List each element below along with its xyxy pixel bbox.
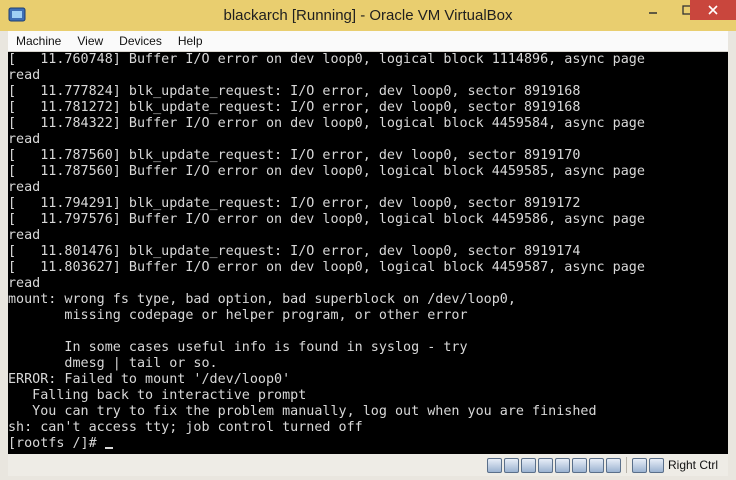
console-line: read xyxy=(8,132,41,147)
console-line: ERROR: Failed to mount '/dev/loop0' xyxy=(8,372,291,387)
shell-prompt: [rootfs /]# xyxy=(8,436,105,451)
console-line: read xyxy=(8,228,41,243)
hard-disk-icon[interactable] xyxy=(486,457,502,473)
console-line: [ 11.760748] Buffer I/O error on dev loo… xyxy=(8,52,645,67)
console-line: [ 11.794291] blk_update_request: I/O err… xyxy=(8,196,581,211)
console-line: [ 11.787560] blk_update_request: I/O err… xyxy=(8,148,581,163)
shared-folders-icon[interactable] xyxy=(554,457,570,473)
menu-help[interactable]: Help xyxy=(170,31,211,51)
menu-view[interactable]: View xyxy=(69,31,111,51)
console-line: [ 11.803627] Buffer I/O error on dev loo… xyxy=(8,260,645,275)
minimize-icon xyxy=(649,12,657,14)
mouse-integration-icon[interactable] xyxy=(631,457,647,473)
optical-drive-icon[interactable] xyxy=(503,457,519,473)
usb-icon[interactable] xyxy=(520,457,536,473)
menu-machine[interactable]: Machine xyxy=(8,31,69,51)
minimize-button[interactable] xyxy=(636,0,670,20)
console-line: sh: can't access tty; job control turned… xyxy=(8,420,363,435)
status-separator xyxy=(625,457,627,473)
console-line: [ 11.784322] Buffer I/O error on dev loo… xyxy=(8,116,645,131)
console-line: [ 11.787560] Buffer I/O error on dev loo… xyxy=(8,164,645,179)
console-prompt-line[interactable]: [rootfs /]# xyxy=(8,436,728,452)
console-line: In some cases useful info is found in sy… xyxy=(8,340,468,355)
vm-console-screen[interactable]: [ 11.760748] Buffer I/O error on dev loo… xyxy=(8,52,728,454)
menu-devices[interactable]: Devices xyxy=(111,31,170,51)
console-line: read xyxy=(8,276,41,291)
console-line: missing codepage or helper program, or o… xyxy=(8,308,468,323)
text-cursor xyxy=(104,447,113,449)
network-icon[interactable] xyxy=(537,457,553,473)
console-line: read xyxy=(8,180,41,195)
console-line: [ 11.797576] Buffer I/O error on dev loo… xyxy=(8,212,645,227)
console-line: [ 11.781272] blk_update_request: I/O err… xyxy=(8,100,581,115)
display-icon[interactable] xyxy=(571,457,587,473)
video-capture-icon[interactable] xyxy=(588,457,604,473)
console-line: [ 11.777824] blk_update_request: I/O err… xyxy=(8,84,581,99)
virtualbox-window: blackarch [Running] - Oracle VM VirtualB… xyxy=(0,0,736,480)
close-icon xyxy=(708,5,718,15)
title-bar[interactable]: blackarch [Running] - Oracle VM VirtualB… xyxy=(0,0,736,31)
keyboard-icon[interactable] xyxy=(648,457,664,473)
console-output: [ 11.760748] Buffer I/O error on dev loo… xyxy=(8,52,728,452)
window-title: blackarch [Running] - Oracle VM VirtualB… xyxy=(223,7,513,24)
console-line: You can try to fix the problem manually,… xyxy=(8,404,597,419)
console-line: read xyxy=(8,68,41,83)
console-line: dmesg | tail or so. xyxy=(8,356,218,371)
host-key-label: Right Ctrl xyxy=(667,458,718,472)
status-bar: Right Ctrl xyxy=(8,454,728,476)
console-line: mount: wrong fs type, bad option, bad su… xyxy=(8,292,516,307)
close-button[interactable] xyxy=(690,0,736,20)
console-line: [ 11.801476] blk_update_request: I/O err… xyxy=(8,244,581,259)
console-line: Falling back to interactive prompt xyxy=(8,388,307,403)
cpu-icon[interactable] xyxy=(605,457,621,473)
menu-bar: Machine View Devices Help xyxy=(8,31,728,52)
